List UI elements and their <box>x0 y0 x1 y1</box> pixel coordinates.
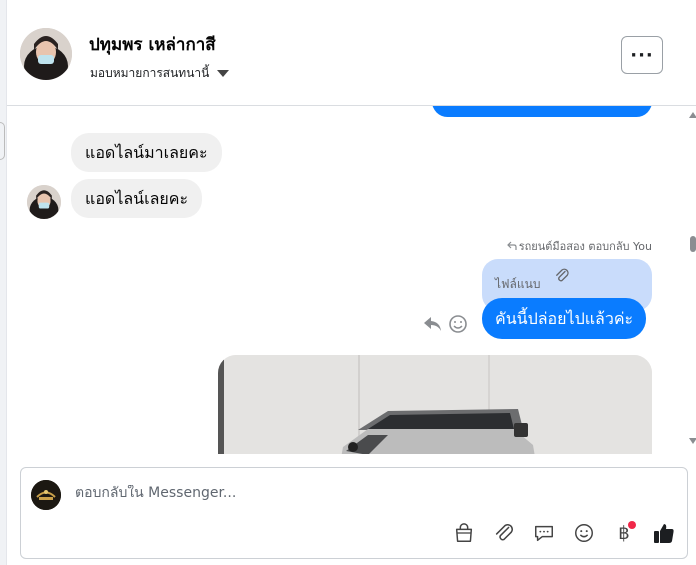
more-icon: ··· <box>630 44 654 66</box>
reply-context-label: รถยนต์มือสอง ตอบกลับ You <box>506 237 652 255</box>
incoming-message[interactable]: แอดไลน์มาเลยคะ <box>71 133 222 172</box>
conversation-header: ปทุมพร เหล่ากาสี มอบหมายการสนทนานี้ ··· <box>7 0 696 106</box>
reply-context-text: รถยนต์มือสอง ตอบกลับ You <box>518 240 652 253</box>
outgoing-message-partial[interactable] <box>432 106 652 117</box>
shopping-bag-button[interactable] <box>452 521 476 545</box>
emoji-button[interactable] <box>572 521 596 545</box>
paperclip-icon <box>495 523 514 541</box>
more-options-button[interactable]: ··· <box>621 36 663 74</box>
assign-conversation-dropdown[interactable]: มอบหมายการสนทนานี้ <box>90 64 230 83</box>
scroll-down-arrow-icon[interactable] <box>689 438 696 444</box>
assign-label: มอบหมายการสนทนานี้ <box>90 66 210 80</box>
attachment-icon <box>556 268 569 282</box>
thumbs-up-icon <box>654 524 674 543</box>
send-like-button[interactable] <box>652 521 676 545</box>
reply-arrow-icon <box>506 241 517 250</box>
frame-handle <box>0 122 5 160</box>
caret-down-icon <box>217 70 230 77</box>
reply-icon[interactable] <box>422 314 444 334</box>
scroll-up-arrow-icon[interactable] <box>689 112 696 118</box>
page-avatar <box>31 480 61 510</box>
incoming-message[interactable]: แอดไลน์เลยคะ <box>71 179 203 218</box>
messenger-reply-input[interactable] <box>75 485 635 501</box>
scrollbar-thumb[interactable] <box>690 236 696 252</box>
image-attachment[interactable] <box>218 355 652 454</box>
composer-toolbar: ฿ <box>452 521 676 545</box>
shopping-bag-icon <box>455 523 473 542</box>
notification-dot <box>628 521 636 529</box>
saved-replies-button[interactable] <box>532 521 556 545</box>
contact-avatar[interactable] <box>20 28 72 80</box>
contact-avatar-small <box>27 185 61 219</box>
attach-file-button[interactable] <box>492 521 516 545</box>
thread-scrollbar[interactable] <box>689 106 696 454</box>
quoted-text: ไฟล์แนบ <box>495 277 541 291</box>
payment-button[interactable]: ฿ <box>612 521 636 545</box>
message-thread: แอดไลน์มาเลยคะ แอดไลน์เลยคะ รถยนต์มือสอง… <box>7 106 696 454</box>
react-emoji-icon[interactable] <box>448 314 468 334</box>
contact-name[interactable]: ปทุมพร เหล่ากาสี <box>89 31 216 58</box>
reply-composer: ฿ <box>20 467 688 559</box>
emoji-icon <box>575 524 593 542</box>
chat-bubble-icon <box>535 525 553 542</box>
outgoing-message[interactable]: คันนี้ปล่อยไปแล้วค่ะ <box>482 298 647 339</box>
left-frame-edge <box>0 0 7 565</box>
